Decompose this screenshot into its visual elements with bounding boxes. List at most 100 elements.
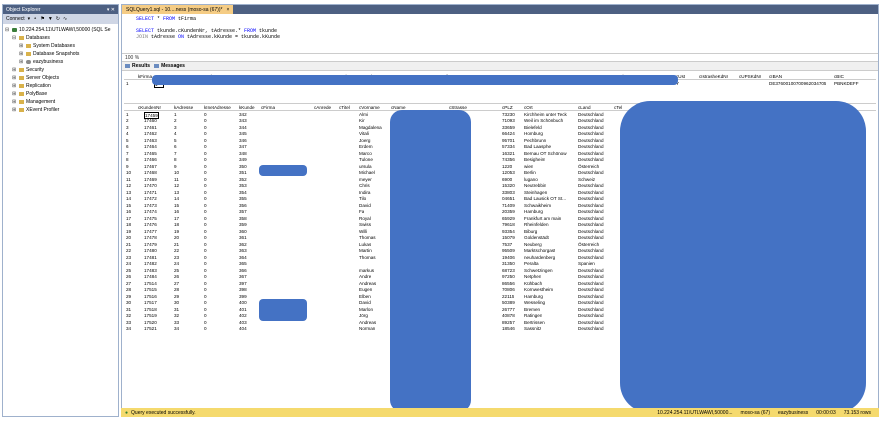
- table-cell[interactable]: 16321: [502, 151, 515, 156]
- table-cell[interactable]: Almi: [359, 112, 368, 117]
- table-cell[interactable]: 0: [204, 281, 207, 286]
- table-cell[interactable]: 20359: [502, 209, 515, 214]
- zoom-level[interactable]: 100 %: [122, 54, 878, 62]
- table-cell[interactable]: 362: [239, 242, 247, 247]
- table-cell[interactable]: 0: [204, 268, 207, 273]
- table-cell[interactable]: 358: [239, 216, 247, 221]
- table-cell[interactable]: 17476: [144, 222, 157, 227]
- table-cell[interactable]: Michael: [359, 170, 375, 175]
- table-cell[interactable]: Thomas: [359, 255, 376, 260]
- column-header[interactable]: cTitel: [339, 105, 350, 110]
- table-cell[interactable]: 97250: [502, 274, 515, 279]
- table-cell[interactable]: 4: [174, 131, 177, 136]
- table-cell[interactable]: 33803: [502, 190, 515, 195]
- table-cell[interactable]: 361: [239, 235, 247, 240]
- table-cell[interactable]: Deutschland: [578, 320, 604, 325]
- table-cell[interactable]: 17461: [144, 125, 157, 130]
- table-cell[interactable]: 346: [239, 138, 247, 143]
- refresh-icon[interactable]: ↻: [56, 16, 60, 22]
- table-cell[interactable]: 402: [239, 313, 247, 318]
- table-cell[interactable]: Deutschland: [578, 190, 604, 195]
- table-cell[interactable]: Royal: [359, 216, 371, 221]
- table-cell[interactable]: 21: [174, 242, 179, 247]
- table-cell[interactable]: 401: [239, 307, 247, 312]
- table-cell[interactable]: 31: [174, 307, 179, 312]
- table-cell[interactable]: 0: [204, 203, 207, 208]
- table-cell[interactable]: 73230: [502, 112, 515, 117]
- table-cell[interactable]: 17518: [144, 307, 157, 312]
- table-cell[interactable]: 0: [204, 112, 207, 117]
- tree-node[interactable]: ⊞ Security: [3, 66, 118, 74]
- sql-editor[interactable]: SELECT * FROM tFirma SELECT tkunde.cKunde…: [122, 14, 878, 54]
- table-cell[interactable]: lugano: [524, 177, 538, 182]
- table-cell[interactable]: ursula: [359, 164, 372, 169]
- table-cell[interactable]: Deutschland: [578, 216, 604, 221]
- table-cell[interactable]: 0: [204, 242, 207, 247]
- table-cell[interactable]: 17474: [144, 209, 157, 214]
- table-cell[interactable]: Tilo: [359, 196, 366, 201]
- connect-button[interactable]: Connect: [6, 16, 25, 22]
- table-cell[interactable]: 365: [239, 261, 247, 266]
- table-cell[interactable]: 0: [204, 131, 207, 136]
- table-cell[interactable]: Bertrissen: [524, 320, 545, 325]
- table-cell[interactable]: 17466: [144, 157, 157, 162]
- tree-node[interactable]: ⊞ XEvent Profiler: [3, 106, 118, 114]
- table-cell[interactable]: 50389: [502, 300, 515, 305]
- table-cell[interactable]: Goldenstädt: [524, 235, 549, 240]
- table-cell[interactable]: 0: [204, 235, 207, 240]
- table-cell[interactable]: 344: [239, 125, 247, 130]
- expand-icon[interactable]: ⊞: [12, 83, 17, 89]
- table-cell[interactable]: Kir: [359, 118, 365, 123]
- column-header[interactable]: cPLZ: [502, 105, 513, 110]
- table-cell[interactable]: 6: [174, 144, 177, 149]
- table-cell[interactable]: Deutschland: [578, 235, 604, 240]
- table-cell[interactable]: 364: [239, 255, 247, 260]
- table-cell[interactable]: 17470: [144, 183, 157, 188]
- table-cell[interactable]: 40878: [502, 313, 515, 318]
- table-cell[interactable]: Deutschland: [578, 268, 604, 273]
- table-cell[interactable]: 70806: [502, 287, 515, 292]
- table-cell[interactable]: 23: [174, 255, 179, 260]
- table-cell[interactable]: 0: [204, 144, 207, 149]
- table-cell[interactable]: 17478: [144, 235, 157, 240]
- table-cell[interactable]: 0: [204, 164, 207, 169]
- table-cell[interactable]: Deutschland: [578, 307, 604, 312]
- table-cell[interactable]: 33: [174, 320, 179, 325]
- table-cell[interactable]: Weil im Schönbuch: [524, 118, 563, 123]
- table-cell[interactable]: 0: [204, 307, 207, 312]
- tree-node[interactable]: ⊞ System Databases: [3, 42, 118, 50]
- column-header[interactable]: cKundenNr: [138, 105, 161, 110]
- tab-results[interactable]: Results: [125, 63, 150, 69]
- table-cell[interactable]: Deutschland: [578, 118, 604, 123]
- table-cell[interactable]: 31350: [502, 261, 515, 266]
- table-cell[interactable]: Andreas: [359, 281, 376, 286]
- table-cell[interactable]: 0: [204, 294, 207, 299]
- expand-icon[interactable]: ⊞: [19, 59, 24, 65]
- table-cell[interactable]: 18: [174, 222, 179, 227]
- table-cell[interactable]: Tulone: [359, 157, 373, 162]
- table-cell[interactable]: 32: [174, 313, 179, 318]
- column-header[interactable]: cBIC: [834, 74, 844, 79]
- table-cell[interactable]: Netphen: [524, 274, 541, 279]
- table-cell[interactable]: 26: [174, 274, 179, 279]
- table-cell[interactable]: Kirchheim unter Teck: [524, 112, 567, 117]
- table-cell[interactable]: PBNKDEFF: [834, 81, 859, 86]
- table-cell[interactable]: 24: [174, 261, 179, 266]
- table-cell[interactable]: Deutschland: [578, 313, 604, 318]
- table-cell[interactable]: 19: [174, 229, 179, 234]
- table-cell[interactable]: 350: [239, 164, 247, 169]
- table-cell[interactable]: 28: [174, 287, 179, 292]
- table-cell[interactable]: 17463: [144, 138, 157, 143]
- table-cell[interactable]: Kornwestheim: [524, 287, 553, 292]
- table-cell[interactable]: 342: [239, 112, 247, 117]
- table-cell[interactable]: Ratingen: [524, 313, 542, 318]
- tree-node[interactable]: ⊞ PolyBase: [3, 90, 118, 98]
- table-cell[interactable]: 359: [239, 222, 247, 227]
- table-cell[interactable]: 0: [204, 287, 207, 292]
- table-cell[interactable]: Joerg: [359, 138, 371, 143]
- column-header[interactable]: cFirma: [261, 105, 275, 110]
- table-cell[interactable]: 0: [204, 177, 207, 182]
- table-cell[interactable]: 1: [174, 112, 177, 117]
- column-header[interactable]: kKunde: [239, 105, 255, 110]
- table-cell[interactable]: Peralta: [524, 261, 539, 266]
